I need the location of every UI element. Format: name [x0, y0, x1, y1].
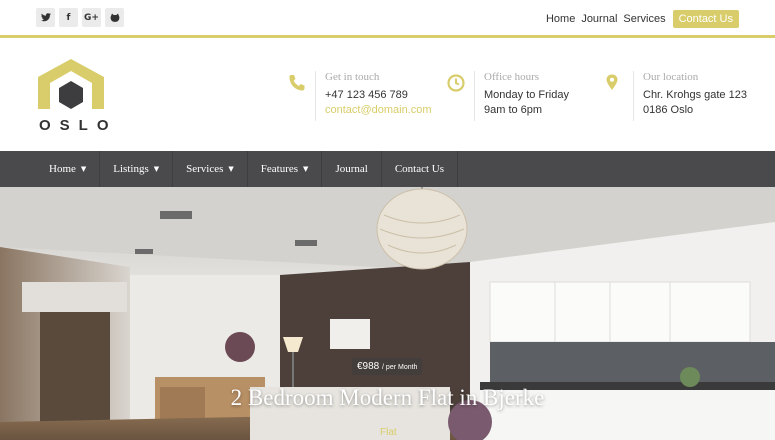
location-street: Chr. Krohgs gate 123	[643, 89, 747, 101]
social-links: f G+	[36, 8, 124, 27]
nav-item-label: Contact Us	[394, 163, 445, 175]
chevron-down-icon: ▼	[80, 165, 87, 173]
chevron-down-icon: ▼	[153, 165, 160, 173]
contact-phone[interactable]: +47 123 456 789	[325, 89, 408, 101]
top-link-home[interactable]: Home	[546, 13, 575, 25]
nav-item-label: Journal	[335, 163, 368, 175]
contact-title: Get in touch	[325, 71, 380, 83]
chevron-down-icon: ▼	[228, 165, 234, 173]
location-city: 0186 Oslo	[643, 104, 694, 116]
nav-item-home[interactable]: Home ▼	[36, 151, 101, 187]
google-plus-icon: G+	[84, 12, 99, 23]
nav-item-label: Features	[260, 163, 299, 175]
google-plus-button[interactable]: G+	[82, 8, 101, 27]
price-badge: €988 / per Month	[352, 358, 423, 375]
listing-title[interactable]: 2 Bedroom Modern Flat in Bjerke	[0, 385, 775, 411]
phone-icon	[289, 75, 305, 91]
twitter-button[interactable]	[36, 8, 55, 27]
price-value: €988	[357, 361, 380, 372]
contact-us-button[interactable]: Contact Us	[672, 10, 739, 28]
main-nav: Home ▼ Listings ▼ Services ▼ Features ▼ Journal C…	[0, 151, 775, 187]
nav-item-services[interactable]: Services ▼	[173, 151, 248, 187]
nav-item-label: Home	[49, 163, 76, 175]
nav-item-journal[interactable]: Journal	[322, 151, 382, 187]
hours-time: 9am to 6pm	[484, 104, 543, 116]
top-link-services[interactable]: Services	[623, 13, 665, 25]
contact-email[interactable]: contact@domain.com	[325, 104, 432, 116]
map-marker-icon	[606, 74, 618, 90]
nav-item-contact-us[interactable]: Contact Us	[382, 151, 459, 187]
price-period: / per Month	[382, 364, 418, 371]
logo-mark-icon	[38, 59, 104, 109]
top-links: Home Journal Services Contact Us	[546, 10, 739, 28]
divider	[474, 71, 475, 121]
nav-item-listings[interactable]: Listings ▼	[100, 151, 174, 187]
main-nav-items: Home ▼ Listings ▼ Services ▼ Features ▼ Journal C…	[36, 151, 459, 187]
nav-item-label: Services	[186, 163, 224, 175]
hours-days: Monday to Friday	[484, 89, 569, 101]
top-link-journal[interactable]: Journal	[581, 13, 617, 25]
nav-item-features[interactable]: Features ▼	[248, 151, 323, 187]
hours-title: Office hours	[484, 71, 540, 83]
site-header: OSLO Get in touch +47 123 456 789 contac…	[0, 41, 775, 151]
divider	[315, 71, 316, 121]
logo[interactable]	[36, 57, 106, 119]
location-title: Our location	[643, 71, 699, 83]
top-bar: f G+ Home Journal Services Contact Us	[0, 0, 775, 38]
nav-item-label: Listings	[113, 163, 149, 175]
listing-type-tag[interactable]: Flat	[380, 427, 397, 438]
twitter-icon	[40, 13, 51, 22]
facebook-button[interactable]: f	[59, 8, 78, 27]
logo-text: OSLO	[39, 117, 118, 134]
github-button[interactable]	[105, 8, 124, 27]
facebook-icon: f	[66, 12, 71, 23]
clock-icon	[447, 74, 465, 92]
chevron-down-icon: ▼	[303, 165, 309, 173]
github-icon	[110, 13, 119, 22]
divider	[633, 71, 634, 121]
